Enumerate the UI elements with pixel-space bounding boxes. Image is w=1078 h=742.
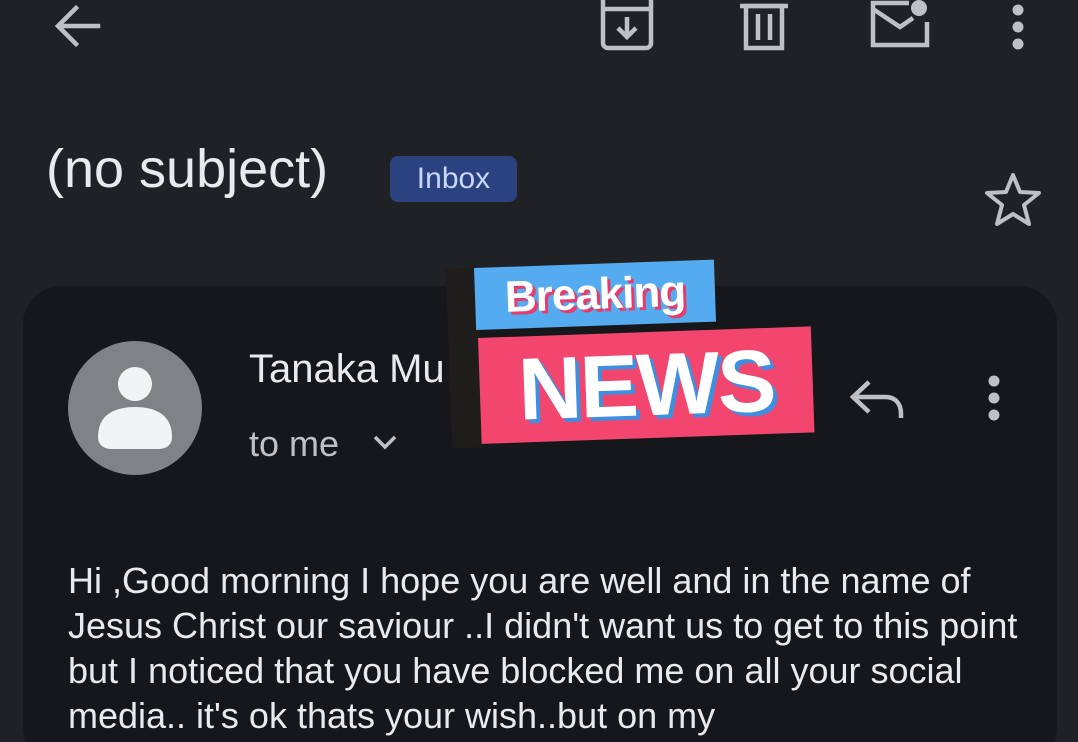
breaking-sticker: Breaking bbox=[474, 259, 717, 330]
news-sticker: NEWS bbox=[478, 326, 815, 444]
email-subject: (no subject) bbox=[46, 139, 329, 199]
recipient-details-button[interactable] bbox=[372, 434, 398, 457]
more-vert-icon bbox=[988, 375, 1000, 421]
trash-icon bbox=[740, 3, 788, 51]
message-more-button[interactable] bbox=[981, 374, 1007, 427]
recipient-line[interactable]: to me bbox=[249, 423, 339, 464]
archive-icon bbox=[600, 0, 654, 51]
chevron-down-icon bbox=[373, 435, 397, 450]
reply-button[interactable] bbox=[849, 378, 905, 425]
mark-unread-icon bbox=[870, 0, 930, 48]
archive-button[interactable] bbox=[600, 0, 654, 52]
mark-unread-button[interactable] bbox=[869, 0, 931, 50]
more-vert-icon bbox=[1012, 4, 1024, 50]
inbox-label-chip[interactable]: Inbox bbox=[390, 156, 517, 202]
more-options-button[interactable] bbox=[1006, 4, 1030, 50]
reply-icon bbox=[849, 380, 904, 418]
email-view: (no subject) Inbox Tanaka Mu to me Break… bbox=[0, 0, 1078, 742]
star-button[interactable] bbox=[984, 172, 1042, 233]
star-outline-icon bbox=[985, 173, 1041, 226]
message-body: Hi ,Good morning I hope you are well and… bbox=[68, 560, 1018, 736]
delete-button[interactable] bbox=[740, 0, 788, 52]
person-icon bbox=[98, 367, 172, 449]
sender-avatar[interactable] bbox=[68, 341, 202, 475]
arrow-left-icon bbox=[54, 4, 101, 48]
sender-name[interactable]: Tanaka Mu bbox=[249, 346, 445, 392]
back-button[interactable] bbox=[52, 2, 102, 50]
